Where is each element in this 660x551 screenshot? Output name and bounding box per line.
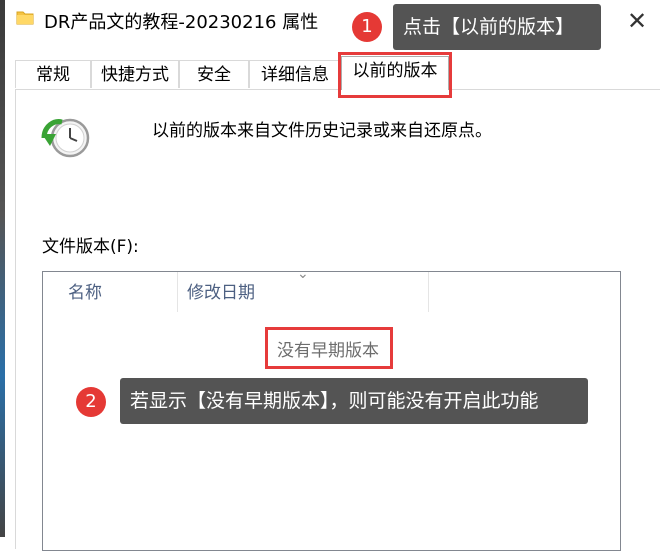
tab-previous-versions[interactable]: 以前的版本 [341, 56, 449, 90]
folder-icon [16, 11, 34, 25]
window-title: DR产品文的教程-20230216 属性 [44, 12, 319, 33]
file-versions-label: 文件版本(F): [42, 237, 139, 257]
column-divider [428, 272, 429, 312]
panel-description: 以前的版本来自文件历史记录或来自还原点。 [152, 121, 492, 141]
column-divider [177, 272, 178, 312]
tab-details[interactable]: 详细信息 [249, 60, 341, 88]
step-1-badge: 1 [352, 12, 382, 42]
close-button[interactable]: ✕ [623, 8, 651, 36]
step-2-callout: 若显示【没有早期版本】，则可能没有开启此功能 [120, 378, 588, 424]
sort-chevron-icon: ⌄ [297, 266, 309, 282]
step-2-badge: 2 [76, 387, 106, 417]
step-1-callout: 点击【以前的版本】 [393, 4, 601, 50]
column-header-name[interactable]: 名称 [68, 272, 178, 312]
tab-shortcut[interactable]: 快捷方式 [91, 60, 179, 88]
highlight-empty-message-box [265, 327, 393, 369]
tab-security[interactable]: 安全 [179, 60, 249, 88]
restore-clock-icon [41, 118, 90, 158]
background-window-strip [0, 0, 5, 537]
tab-general[interactable]: 常规 [15, 60, 91, 88]
